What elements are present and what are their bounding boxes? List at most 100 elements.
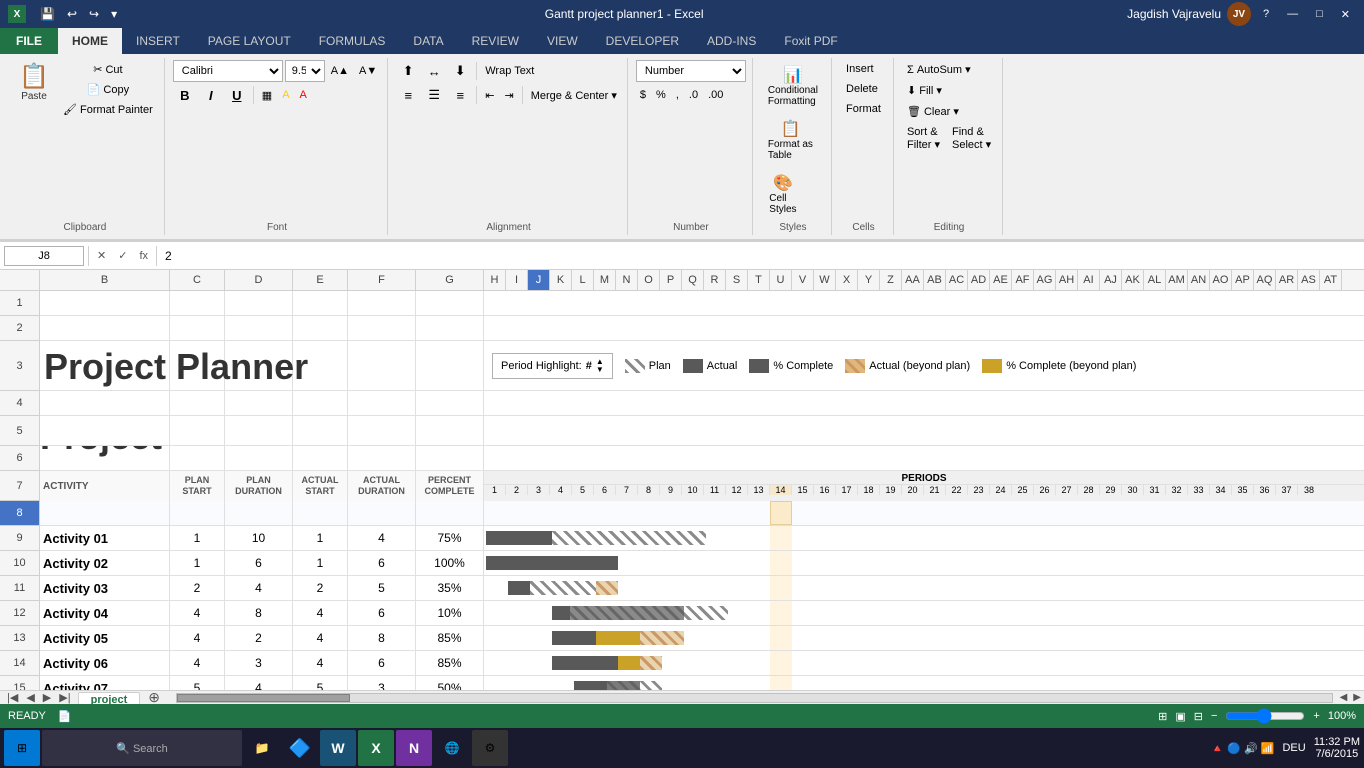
font-name-select[interactable]: Calibri (173, 60, 283, 82)
tab-review[interactable]: REVIEW (458, 28, 533, 54)
sort-filter-button[interactable]: Sort &Filter ▾ (902, 123, 945, 154)
zoom-slider[interactable] (1225, 708, 1305, 724)
col-header-ai[interactable]: AI (1078, 270, 1100, 290)
cell-activity01-as[interactable]: 1 (293, 526, 348, 550)
cell-g4[interactable] (416, 391, 484, 415)
col-header-ak[interactable]: AK (1122, 270, 1144, 290)
row-header-11[interactable]: 11 (0, 576, 39, 601)
tab-first-button[interactable]: |◀ (4, 691, 21, 704)
cell-activity07-as[interactable]: 5 (293, 676, 348, 690)
row-header-15[interactable]: 15 (0, 676, 39, 690)
tab-next-button[interactable]: ▶ (40, 691, 54, 704)
cell-activity05-ps[interactable]: 4 (170, 626, 225, 650)
col-header-w[interactable]: W (814, 270, 836, 290)
cell-activity04-ad[interactable]: 6 (348, 601, 416, 625)
merge-center-button[interactable]: Merge & Center ▾ (527, 84, 621, 106)
col-header-aj[interactable]: AJ (1100, 270, 1122, 290)
cancel-formula-button[interactable]: ✕ (93, 248, 110, 263)
align-right-button[interactable]: ≡ (448, 84, 472, 106)
col-header-ao[interactable]: AO (1210, 270, 1232, 290)
cell-activity07-ad[interactable]: 3 (348, 676, 416, 690)
taskbar-onenote[interactable]: N (396, 730, 432, 766)
decrease-font-button[interactable]: A▼ (355, 60, 381, 82)
col-header-at[interactable]: AT (1320, 270, 1342, 290)
find-select-button[interactable]: Find &Select ▾ (947, 123, 996, 154)
cell-activity03-name[interactable]: Activity 03 (40, 576, 170, 600)
cell-c1[interactable] (170, 291, 225, 315)
cell-activity07-name[interactable]: Activity 07 (40, 676, 170, 690)
col-header-ac[interactable]: AC (946, 270, 968, 290)
align-center-button[interactable]: ☰ (422, 84, 446, 106)
insert-button[interactable]: Insert (841, 60, 879, 78)
col-header-ab[interactable]: AB (924, 270, 946, 290)
zoom-in-button[interactable]: + (1313, 710, 1319, 722)
cell-planstart-header[interactable]: PLANSTART (170, 471, 225, 501)
col-header-f[interactable]: F (348, 270, 416, 290)
sheet-tab-project[interactable]: project (78, 692, 141, 704)
cell-f6[interactable] (348, 446, 416, 470)
undo-icon[interactable]: ↩ (63, 5, 81, 23)
view-normal-button[interactable]: ⊞ (1158, 710, 1167, 723)
wrap-text-button[interactable]: Wrap Text (481, 60, 538, 82)
cell-g1[interactable] (416, 291, 484, 315)
col-header-r[interactable]: R (704, 270, 726, 290)
cell-activity05-ad[interactable]: 8 (348, 626, 416, 650)
italic-button[interactable]: I (199, 84, 223, 106)
cell-c5[interactable] (170, 416, 225, 446)
col-header-i[interactable]: I (506, 270, 528, 290)
cell-b8[interactable] (40, 501, 170, 525)
cell-d8[interactable] (225, 501, 293, 525)
row-header-14[interactable]: 14 (0, 651, 39, 676)
cell-activity04-pct[interactable]: 10% (416, 601, 484, 625)
number-format-select[interactable]: Number (636, 60, 746, 82)
tab-prev-button[interactable]: ◀ (23, 691, 37, 704)
cell-b6-title[interactable]: Project Planner (40, 446, 170, 470)
confirm-formula-button[interactable]: ✓ (114, 248, 131, 263)
cell-e4[interactable] (293, 391, 348, 415)
col-header-ap[interactable]: AP (1232, 270, 1254, 290)
cell-c3[interactable] (170, 341, 225, 391)
cell-d2[interactable] (225, 316, 293, 340)
cell-activity01-ad[interactable]: 4 (348, 526, 416, 550)
period-highlight-control[interactable]: Period Highlight: # ▲ ▼ (492, 353, 613, 379)
cell-activity-header[interactable]: ACTIVITY (40, 471, 170, 501)
start-button[interactable]: ⊞ (4, 730, 40, 766)
horizontal-scrollbar[interactable]: |◀ ◀ ▶ ▶| project ⊕ ◀ ▶ (0, 690, 1364, 704)
col-header-p[interactable]: P (660, 270, 682, 290)
cell-activity02-as[interactable]: 1 (293, 551, 348, 575)
format-button[interactable]: Format (841, 100, 886, 118)
cell-f4[interactable] (348, 391, 416, 415)
cell-activity07-ps[interactable]: 5 (170, 676, 225, 690)
taskbar-chrome[interactable]: 🌐 (434, 730, 470, 766)
cell-activity03-pct[interactable]: 35% (416, 576, 484, 600)
copy-button[interactable]: 📄 Copy (58, 80, 158, 99)
corner-cell[interactable] (0, 270, 40, 290)
tab-data[interactable]: DATA (399, 28, 457, 54)
cell-g8[interactable] (416, 501, 484, 525)
border-button[interactable]: ▦ (258, 84, 276, 106)
cell-actualdur-header[interactable]: ACTUALDURATION (348, 471, 416, 501)
cell-c2[interactable] (170, 316, 225, 340)
cell-plandur-header[interactable]: PLANDURATION (225, 471, 293, 501)
cell-d6[interactable] (225, 446, 293, 470)
col-header-k[interactable]: K (550, 270, 572, 290)
autosum-button[interactable]: Σ AutoSum ▾ (902, 60, 976, 79)
scroll-right-button[interactable]: ▶ (1350, 692, 1364, 703)
cell-activity02-ad[interactable]: 6 (348, 551, 416, 575)
clear-button[interactable]: 🗑 Clear ▾ (902, 102, 964, 121)
col-header-n[interactable]: N (616, 270, 638, 290)
cell-f8[interactable] (348, 501, 416, 525)
cell-g3[interactable] (416, 341, 484, 391)
indent-decrease-button[interactable]: ⇤ (481, 84, 498, 106)
row-header-13[interactable]: 13 (0, 626, 39, 651)
col-header-ah[interactable]: AH (1056, 270, 1078, 290)
underline-button[interactable]: U (225, 84, 249, 106)
tab-foxit[interactable]: Foxit PDF (770, 28, 851, 54)
formula-input[interactable] (161, 248, 1360, 264)
cell-activity03-ps[interactable]: 2 (170, 576, 225, 600)
col-header-v[interactable]: V (792, 270, 814, 290)
cell-activity04-ps[interactable]: 4 (170, 601, 225, 625)
fill-color-button[interactable]: A (278, 84, 293, 106)
col-header-ag[interactable]: AG (1034, 270, 1056, 290)
cell-c8[interactable] (170, 501, 225, 525)
